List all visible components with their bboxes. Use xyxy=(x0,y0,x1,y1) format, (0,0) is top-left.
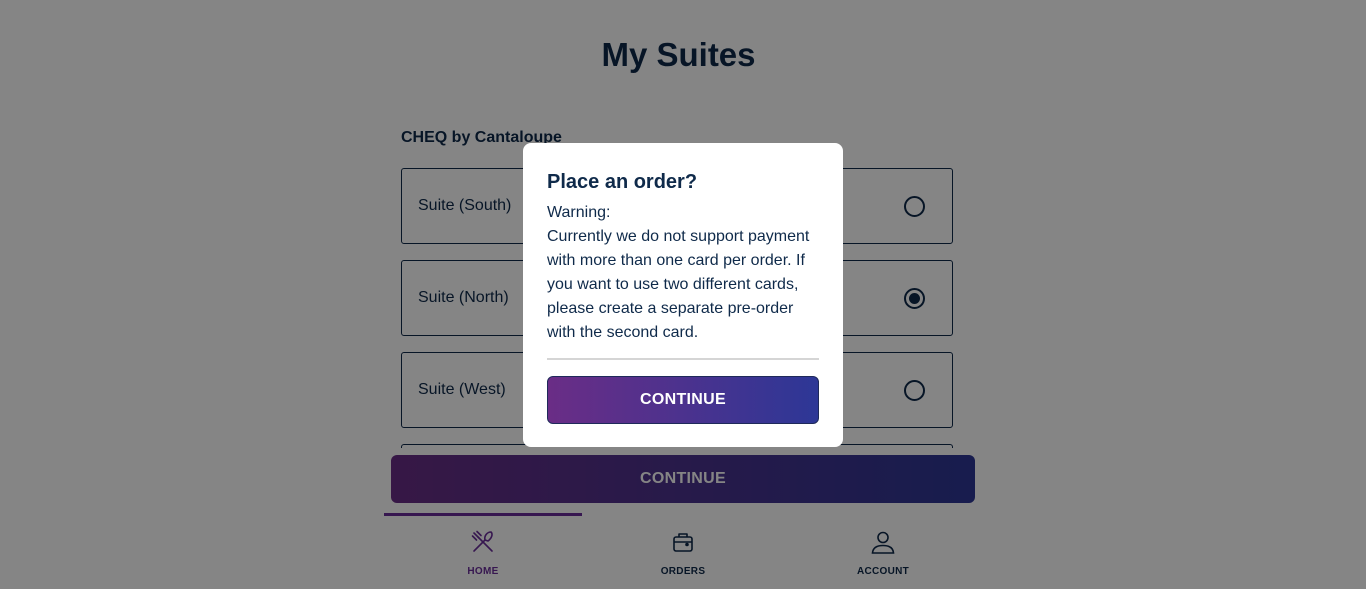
dialog-title: Place an order? xyxy=(547,171,698,193)
place-order-dialog: Place an order? Warning: Currently we do… xyxy=(523,143,843,447)
divider xyxy=(547,358,819,360)
dialog-warning-heading: Warning: xyxy=(547,204,611,221)
dialog-continue-button[interactable]: CONTINUE xyxy=(547,376,819,424)
dialog-warning-text: Currently we do not support payment with… xyxy=(547,228,810,341)
